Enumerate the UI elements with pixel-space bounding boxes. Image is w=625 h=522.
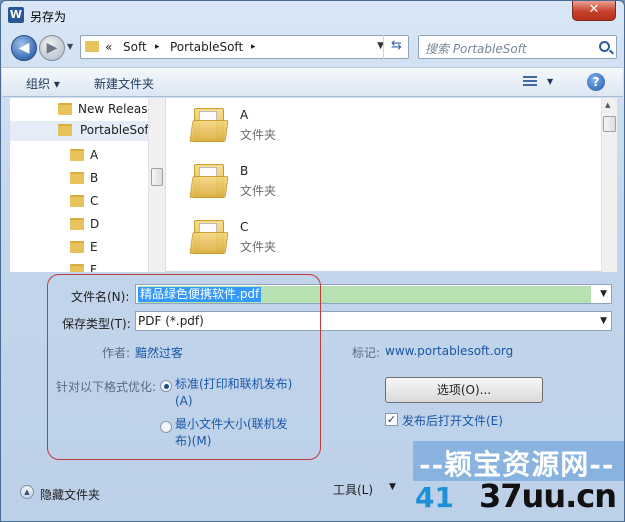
search-box[interactable]: 搜索 PortableSoft	[418, 35, 617, 59]
folder-icon	[189, 162, 229, 200]
help-icon[interactable]: ?	[587, 73, 605, 91]
nav-scrollbar[interactable]	[148, 98, 165, 272]
nav-item-label: New Releas	[78, 102, 148, 116]
address-bar[interactable]: « Soft ▸ PortableSoft ▸ ▼	[80, 35, 409, 59]
nav-item-label: PortableSof	[80, 123, 149, 137]
file-name: A	[240, 108, 249, 122]
nav-item-f[interactable]: F	[70, 261, 130, 272]
scroll-up-icon[interactable]: ▲	[605, 101, 610, 109]
folder-icon	[70, 149, 84, 161]
nav-item-c[interactable]: C	[70, 192, 130, 212]
folder-icon	[70, 172, 84, 184]
back-button[interactable]: ◀	[11, 35, 37, 61]
file-type: 文件夹	[240, 240, 277, 254]
save-as-dialog: W 另存为 ✕ ◀ ▶ ▼ « Soft ▸ PortableSoft ▸ ▼ …	[0, 0, 625, 522]
breadcrumb-separator[interactable]: ▸	[251, 42, 256, 52]
file-item-folder-a[interactable]: A 文件夹	[189, 104, 390, 154]
file-browser: New Releas PortableSof A B C D E F A 文件夹…	[10, 98, 617, 272]
organize-button[interactable]: 组织 ▾	[26, 75, 60, 92]
nav-item-label: C	[90, 194, 99, 208]
navigation-pane: New Releas PortableSof A B C D E F	[10, 98, 166, 272]
recent-pages-dropdown[interactable]: ▼	[67, 42, 73, 51]
view-dropdown-icon[interactable]: ▼	[547, 77, 553, 86]
window-title: 另存为	[30, 10, 67, 24]
nav-item-e[interactable]: E	[70, 238, 130, 258]
file-item-folder-c[interactable]: C 文件夹	[189, 216, 390, 266]
folder-icon	[189, 218, 229, 256]
nav-item-label: D	[90, 217, 100, 231]
hide-folders-button[interactable]: 隐藏文件夹	[40, 486, 100, 503]
forward-button[interactable]: ▶	[39, 35, 65, 61]
watermark-domain: 37uu.cn	[479, 477, 617, 515]
search-input[interactable]: 搜索 PortableSoft	[425, 40, 527, 57]
nav-item-label: B	[90, 171, 99, 185]
folder-icon	[70, 241, 84, 253]
breadcrumb-soft[interactable]: Soft	[123, 40, 147, 54]
nav-scroll-thumb[interactable]	[151, 168, 163, 186]
file-item-folder-b[interactable]: B 文件夹	[189, 160, 390, 210]
arrow-right-icon: ▶	[46, 40, 58, 56]
chevron-down-icon[interactable]: ▼	[600, 316, 607, 326]
file-scroll-thumb[interactable]	[603, 116, 616, 132]
new-folder-button[interactable]: 新建文件夹	[94, 75, 154, 92]
command-bar: 组织 ▾ 新建文件夹 ▼ ?	[2, 67, 623, 97]
annotation-highlight-box	[47, 274, 321, 460]
refresh-icon: ⇆	[391, 38, 402, 53]
nav-item-label: E	[90, 240, 98, 254]
open-after-publish-label[interactable]: 发布后打开文件(E)	[402, 412, 503, 429]
nav-item-b[interactable]: B	[70, 169, 130, 189]
file-type: 文件夹	[240, 128, 277, 142]
refresh-button[interactable]: ⇆	[383, 35, 409, 59]
nav-item-label: A	[90, 148, 99, 162]
options-button[interactable]: 选项(O)...	[385, 377, 543, 403]
word-app-icon: W	[8, 7, 24, 23]
breadcrumb-separator[interactable]: ▸	[155, 42, 160, 52]
folder-icon	[70, 195, 84, 207]
folder-icon	[70, 264, 84, 272]
tags-label: 标记:	[352, 346, 381, 360]
nav-item-new-releases[interactable]: New Releas	[58, 100, 158, 120]
close-button[interactable]: ✕	[572, 1, 616, 21]
arrow-left-icon: ◀	[18, 40, 30, 56]
chevron-up-icon[interactable]: ▲	[20, 485, 34, 499]
file-type: 文件夹	[240, 184, 277, 198]
nav-item-portablesoft[interactable]: PortableSof	[10, 121, 149, 141]
folder-icon	[58, 124, 72, 136]
tools-button[interactable]: 工具(L)	[333, 481, 373, 498]
tags-value[interactable]: www.portablesoft.org	[385, 344, 513, 358]
title-bar: W 另存为 ✕	[1, 1, 624, 31]
watermark-number: 41	[415, 481, 454, 514]
search-icon[interactable]	[599, 41, 610, 52]
file-name: C	[240, 220, 249, 234]
folder-icon	[189, 106, 229, 144]
tools-dropdown-icon[interactable]: ▼	[389, 482, 396, 492]
folder-icon	[85, 41, 99, 52]
file-name: B	[240, 164, 249, 178]
folder-icon	[58, 103, 72, 115]
open-after-publish-checkbox[interactable]: ✓	[385, 413, 398, 426]
breadcrumb-overflow[interactable]: «	[105, 40, 112, 54]
nav-item-label: F	[90, 263, 97, 272]
nav-item-a[interactable]: A	[70, 146, 130, 166]
breadcrumb-portablesoft[interactable]: PortableSoft	[170, 40, 243, 54]
file-list-scrollbar[interactable]: ▲	[601, 98, 617, 272]
folder-icon	[70, 218, 84, 230]
nav-item-d[interactable]: D	[70, 215, 130, 235]
view-options-icon[interactable]	[523, 76, 537, 88]
chevron-down-icon[interactable]: ▼	[600, 289, 607, 299]
